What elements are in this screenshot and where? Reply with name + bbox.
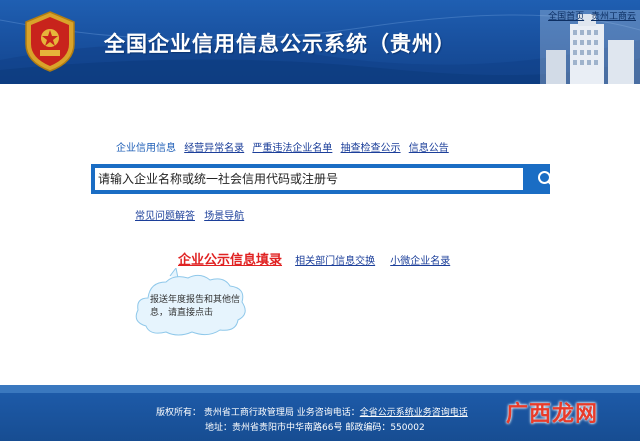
department-exchange-link[interactable]: 相关部门信息交换 bbox=[295, 256, 375, 267]
small-micro-list-link[interactable]: 小微企业名录 bbox=[390, 256, 450, 267]
site-title: 全国企业信用信息公示系统（贵州） bbox=[104, 32, 456, 56]
nav-item-announcement[interactable]: 信息公告 bbox=[409, 143, 449, 154]
nav-item-inspection[interactable]: 抽查检查公示 bbox=[341, 143, 401, 154]
search-button-label: 搜索 bbox=[561, 171, 598, 190]
top-links: 全国首页 贵州工商云 bbox=[544, 9, 636, 22]
enterprise-disclosure-fill-link[interactable]: 企业公示信息填录 bbox=[178, 253, 282, 268]
footer-copyright-text: 版权所有： 贵州省工商行政管理局 业务咨询电话： bbox=[156, 408, 360, 418]
nav-item-abnormal-list[interactable]: 经营异常名录 bbox=[184, 143, 244, 154]
top-link-guizhou-cloud[interactable]: 贵州工商云 bbox=[591, 12, 636, 22]
fill-links-row: 企业公示信息填录 相关部门信息交换 小微企业名录 bbox=[178, 249, 460, 268]
scenario-guide-link[interactable]: 场景导航 bbox=[204, 211, 244, 222]
tooltip-text: 报送年度报告和其他信息，请直接点击 bbox=[150, 295, 241, 318]
national-emblem-icon bbox=[25, 11, 75, 72]
watermark-text: 广西龙网 bbox=[506, 402, 599, 427]
search-button[interactable]: 搜索 bbox=[537, 164, 629, 194]
nav-item-serious-violation[interactable]: 严重违法企业名单 bbox=[252, 143, 332, 154]
search-icon bbox=[538, 171, 555, 188]
nav-item-credit-info[interactable]: 企业信用信息 bbox=[116, 143, 176, 154]
footer-stripe bbox=[0, 385, 640, 393]
help-links: 常见问题解答 场景导航 bbox=[135, 207, 250, 222]
search-input[interactable] bbox=[95, 168, 523, 190]
footer-address-line: 地址：贵州省贵阳市中华南路66号 邮政编码：550002 bbox=[205, 423, 425, 433]
main-nav: 企业信用信息 经营异常名录 严重违法企业名单 抽查检查公示 信息公告 bbox=[116, 139, 454, 154]
site-header: 全国企业信用信息公示系统（贵州） 全国首页 贵州工商云 bbox=[0, 0, 640, 84]
footer-hotline-link[interactable]: 全省公示系统业务咨询电话 bbox=[360, 408, 468, 418]
top-link-national-home[interactable]: 全国首页 bbox=[548, 12, 584, 22]
footer-copyright-line: 版权所有： 贵州省工商行政管理局 业务咨询电话：全省公示系统业务咨询电话 bbox=[156, 405, 468, 418]
faq-link[interactable]: 常见问题解答 bbox=[135, 211, 195, 222]
search-bar: 搜索 bbox=[91, 164, 595, 194]
